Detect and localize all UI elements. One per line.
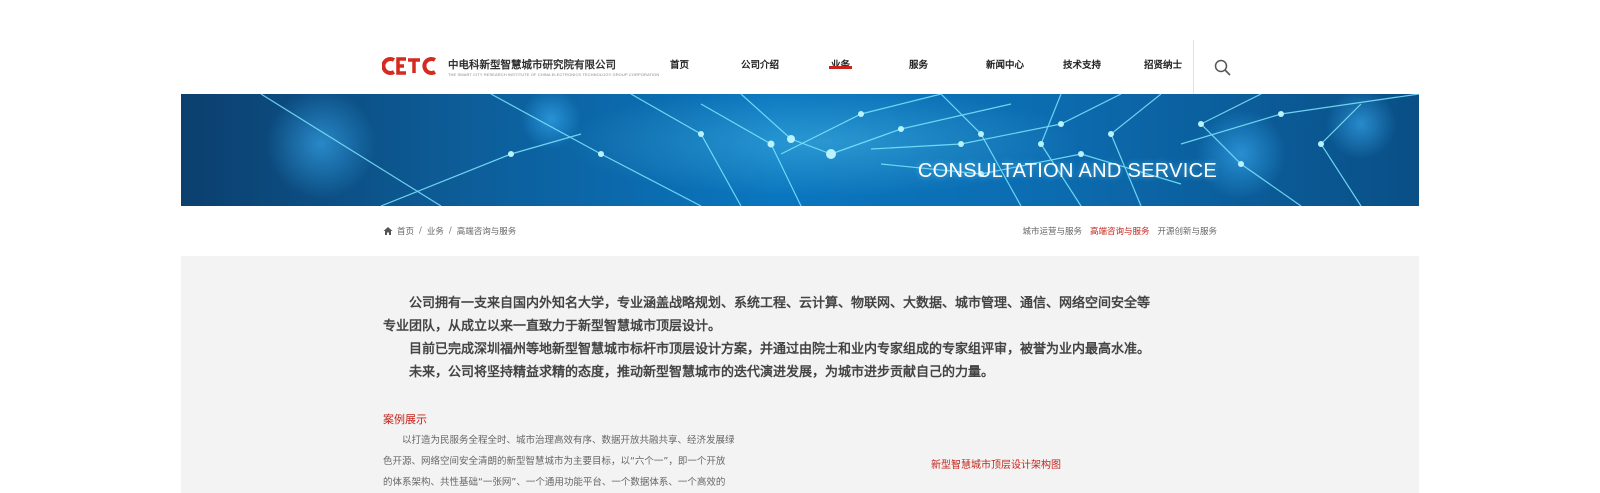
search-icon — [1214, 59, 1231, 76]
intro-line: 专业团队，从成立以来一直致力于新型智慧城市顶层设计。 — [383, 319, 722, 334]
case-section-title: 案例展示 — [383, 413, 427, 426]
logo-text: 中电科新型智慧城市研究院有限公司 THE SMART CITY RESEARCH… — [448, 59, 659, 78]
subnav-open-source[interactable]: 开源创新与服务 — [1157, 225, 1217, 237]
case-description: 以打造为民服务全程全时、城市治理高效有序、数据开放共融共享、经济发展绿 色开源、… — [383, 430, 769, 493]
breadcrumb-separator: / — [419, 226, 422, 236]
logo-mark — [381, 55, 442, 81]
nav-item-service[interactable]: 服务 — [909, 58, 928, 74]
breadcrumb-home[interactable]: 首页 — [397, 225, 414, 237]
breadcrumb-current[interactable]: 高端咨询与服务 — [457, 225, 517, 237]
company-logo[interactable]: 中电科新型智慧城市研究院有限公司 THE SMART CITY RESEARCH… — [381, 55, 659, 81]
case-line: 色开源、网络空间安全清朗的新型智慧城市为主要目标，以“六个一”，即一个开放 — [383, 456, 726, 467]
sub-nav: 城市运营与服务 高端咨询与服务 开源创新与服务 — [1014, 225, 1217, 237]
intro-text: 公司拥有一支来自国内外知名大学，专业涵盖战略规划、系统工程、云计算、物联网、大数… — [383, 292, 1217, 384]
company-name-cn: 中电科新型智慧城市研究院有限公司 — [448, 58, 616, 71]
intro-line: 公司拥有一支来自国内外知名大学，专业涵盖战略规划、系统工程、云计算、物联网、大数… — [409, 296, 1151, 311]
breadcrumb: 首页 / 业务 / 高端咨询与服务 — [383, 225, 516, 237]
nav-item-news[interactable]: 新闻中心 — [986, 58, 1024, 74]
case-line: 的体系架构、共性基础“一张网”、一个通用功能平台、一个数据体系、一个高效的 — [383, 477, 726, 488]
banner-title: CONSULTATION AND SERVICE — [917, 160, 1217, 182]
nav-item-about[interactable]: 公司介绍 — [741, 58, 779, 74]
home-icon — [383, 227, 393, 235]
nav-item-careers[interactable]: 招贤纳士 — [1144, 58, 1182, 74]
intro-line: 目前已完成深圳福州等地新型智慧城市标杆市顶层设计方案，并通过由院士和业内专家组成… — [409, 342, 1151, 357]
nav-item-home[interactable]: 首页 — [670, 58, 689, 74]
breadcrumb-business[interactable]: 业务 — [427, 225, 444, 237]
company-name-en: THE SMART CITY RESEARCH INSTITUTE OF CHI… — [448, 71, 660, 77]
hero-banner: CONSULTATION AND SERVICE — [181, 94, 1419, 206]
case-line: 以打造为民服务全程全时、城市治理高效有序、数据开放共融共享、经济发展绿 — [402, 435, 735, 446]
subnav-city-operations[interactable]: 城市运营与服务 — [1022, 225, 1082, 237]
subnav-consulting[interactable]: 高端咨询与服务 — [1090, 225, 1150, 237]
intro-line: 未来，公司将坚持精益求精的态度，推动新型智慧城市的迭代演进发展，为城市进步贡献自… — [409, 365, 995, 380]
nav-item-tech-support[interactable]: 技术支持 — [1063, 58, 1101, 74]
diagram-caption: 新型智慧城市顶层设计架构图 — [931, 460, 1061, 471]
nav-item-business[interactable]: 业务 — [828, 58, 853, 74]
breadcrumb-bar: 首页 / 业务 / 高端咨询与服务 城市运营与服务 高端咨询与服务 开源创新与服… — [181, 206, 1419, 256]
cetc-logo-icon — [381, 57, 437, 75]
site-header: 中电科新型智慧城市研究院有限公司 THE SMART CITY RESEARCH… — [0, 0, 1600, 94]
breadcrumb-separator: / — [448, 226, 452, 236]
main-content: 公司拥有一支来自国内外知名大学，专业涵盖战略规划、系统工程、云计算、物联网、大数… — [181, 256, 1419, 493]
nav-divider — [1193, 40, 1194, 94]
search-button[interactable] — [1213, 58, 1233, 78]
circuit-background-image — [260, 94, 1419, 206]
